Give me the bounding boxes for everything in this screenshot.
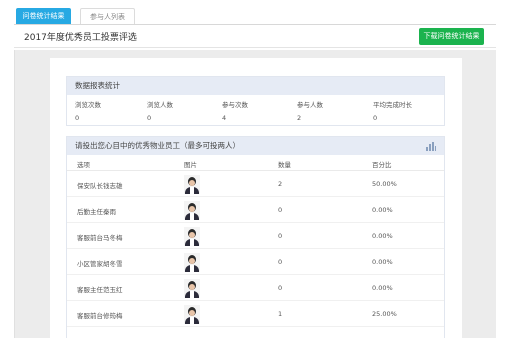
vote-count: 0 [278,232,283,240]
vote-table-header: 选项 图片 数量 百分比 [67,155,444,171]
stats-column-label: 平均完成时长 [373,101,412,109]
stats-value: 2 [297,114,302,122]
candidate-photo [184,201,200,220]
stats-value: 4 [222,114,227,122]
table-row: 客服主任范玉红 0 0.00% [67,275,444,301]
option-name: 后勤主任秦雨 [77,208,116,216]
candidate-photo [184,279,200,298]
stats-column-label: 参与人数 [297,101,323,109]
vote-count: 2 [278,180,283,188]
vote-percent: 0.00% [372,206,393,214]
stats-panel-title: 数据报表统计 [67,77,444,95]
bar-chart-icon[interactable] [426,142,436,151]
stats-value: 0 [75,114,80,122]
stats-column-label: 浏览人数 [147,101,173,109]
stats-value: 0 [147,114,152,122]
stats-column-label: 参与次数 [222,101,248,109]
column-header-count: 数量 [278,161,291,169]
vote-percent: 50.00% [372,180,397,188]
table-row: 保安队长钱志雄 2 50.00% [67,171,444,197]
download-results-button[interactable]: 下载问卷统计结果 [419,28,484,45]
option-name: 客服主任范玉红 [77,286,123,294]
vote-count: 0 [278,258,283,266]
vote-panel: 请投出您心目中的优秀物业员工（最多可投两人） 选项 图片 数量 百分比 保安队长… [66,136,445,338]
stats-panel: 数据报表统计 浏览次数 浏览人数 参与次数 参与人数 平均完成时长 0 0 4 … [66,76,445,126]
vote-count: 1 [278,310,283,318]
page-title: 2017年度优秀员工投票评选 [24,33,137,43]
vote-count: 0 [278,284,283,292]
tab-survey-results[interactable]: 问卷统计结果 [16,8,71,24]
page-header: 2017年度优秀员工投票评选 下载问卷统计结果 [14,24,496,48]
vote-panel-title: 请投出您心目中的优秀物业员工（最多可投两人） [67,137,444,155]
vote-percent: 0.00% [372,284,393,292]
report-card: 数据报表统计 浏览次数 浏览人数 参与次数 参与人数 平均完成时长 0 0 4 … [50,58,462,338]
candidate-photo [184,305,200,324]
column-header-option: 选项 [77,161,90,169]
option-name: 客服前台马冬梅 [77,234,123,242]
option-name: 客服前台修筠梅 [77,312,123,320]
option-name: 保安队长钱志雄 [77,182,123,190]
question-title: 请投出您心目中的优秀物业员工（最多可投两人） [75,141,240,150]
stats-value: 0 [373,114,378,122]
column-header-image: 图片 [184,161,197,169]
candidate-photo [184,253,200,272]
candidate-photo [184,227,200,246]
vote-percent: 0.00% [372,258,393,266]
table-row: 客服前台修筠梅 1 25.00% [67,301,444,327]
content-area: 数据报表统计 浏览次数 浏览人数 参与次数 参与人数 平均完成时长 0 0 4 … [14,50,496,338]
candidate-photo [184,175,200,194]
table-row: 小区管家胡冬雪 0 0.00% [67,249,444,275]
option-name: 小区管家胡冬雪 [77,260,123,268]
stats-value-row: 0 0 4 2 0 [67,110,444,125]
table-row: 后勤主任秦雨 0 0.00% [67,197,444,223]
vote-percent: 0.00% [372,232,393,240]
table-row: 客服前台马冬梅 0 0.00% [67,223,444,249]
vote-percent: 25.00% [372,310,397,318]
tab-participant-list[interactable]: 参与人列表 [80,8,135,24]
stats-header-row: 浏览次数 浏览人数 参与次数 参与人数 平均完成时长 [67,95,444,110]
column-header-percent: 百分比 [372,161,392,169]
stats-column-label: 浏览次数 [75,101,101,109]
vote-count: 0 [278,206,283,214]
